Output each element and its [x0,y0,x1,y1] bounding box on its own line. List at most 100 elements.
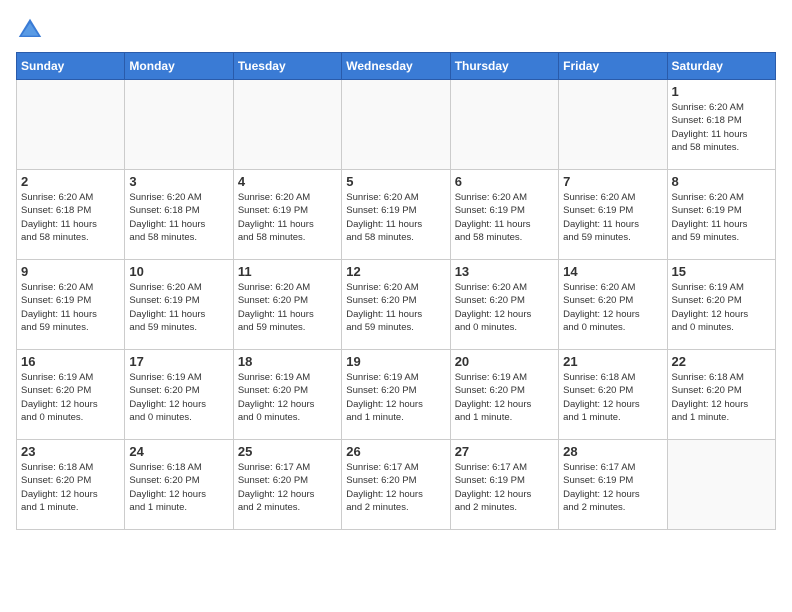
calendar-cell: 11 Sunrise: 6:20 AM Sunset: 6:20 PM Dayli… [233,260,341,350]
day-number: 18 [238,354,337,369]
day-number: 9 [21,264,120,279]
day-number: 22 [672,354,771,369]
day-info: Sunrise: 6:20 AM Sunset: 6:20 PM Dayligh… [238,281,337,334]
calendar-table: SundayMondayTuesdayWednesdayThursdayFrid… [16,52,776,530]
calendar-cell: 25 Sunrise: 6:17 AM Sunset: 6:20 PM Dayli… [233,440,341,530]
day-number: 12 [346,264,445,279]
day-info: Sunrise: 6:20 AM Sunset: 6:19 PM Dayligh… [455,191,554,244]
weekday-header-thursday: Thursday [450,53,558,80]
calendar-cell: 19 Sunrise: 6:19 AM Sunset: 6:20 PM Dayli… [342,350,450,440]
calendar-cell: 18Sunrise: 6:19 AM Sunset: 6:20 PM Dayli… [233,350,341,440]
calendar-cell: 8 Sunrise: 6:20 AM Sunset: 6:19 PM Daylig… [667,170,775,260]
calendar-week-3: 9 Sunrise: 6:20 AM Sunset: 6:19 PM Daylig… [17,260,776,350]
calendar-cell: 9 Sunrise: 6:20 AM Sunset: 6:19 PM Daylig… [17,260,125,350]
day-info: Sunrise: 6:18 AM Sunset: 6:20 PM Dayligh… [129,461,228,514]
weekday-header-saturday: Saturday [667,53,775,80]
calendar-week-5: 23 Sunrise: 6:18 AM Sunset: 6:20 PM Dayli… [17,440,776,530]
logo-icon [16,16,44,44]
day-number: 20 [455,354,554,369]
day-info: Sunrise: 6:20 AM Sunset: 6:19 PM Dayligh… [21,281,120,334]
calendar-cell: 15 Sunrise: 6:19 AM Sunset: 6:20 PM Dayli… [667,260,775,350]
calendar-cell [559,80,667,170]
day-info: Sunrise: 6:17 AM Sunset: 6:19 PM Dayligh… [455,461,554,514]
day-number: 10 [129,264,228,279]
weekday-header-wednesday: Wednesday [342,53,450,80]
day-info: Sunrise: 6:20 AM Sunset: 6:19 PM Dayligh… [563,191,662,244]
day-info: Sunrise: 6:17 AM Sunset: 6:19 PM Dayligh… [563,461,662,514]
calendar-cell [125,80,233,170]
calendar-week-4: 16Sunrise: 6:19 AM Sunset: 6:20 PM Dayli… [17,350,776,440]
calendar-cell: 10 Sunrise: 6:20 AM Sunset: 6:19 PM Dayli… [125,260,233,350]
calendar-cell: 4 Sunrise: 6:20 AM Sunset: 6:19 PM Daylig… [233,170,341,260]
calendar-cell: 24 Sunrise: 6:18 AM Sunset: 6:20 PM Dayli… [125,440,233,530]
day-number: 14 [563,264,662,279]
day-number: 19 [346,354,445,369]
calendar-cell: 20 Sunrise: 6:19 AM Sunset: 6:20 PM Dayli… [450,350,558,440]
day-number: 21 [563,354,662,369]
day-info: Sunrise: 6:20 AM Sunset: 6:20 PM Dayligh… [563,281,662,334]
calendar-cell: 13 Sunrise: 6:20 AM Sunset: 6:20 PM Dayli… [450,260,558,350]
day-info: Sunrise: 6:19 AM Sunset: 6:20 PM Dayligh… [346,371,445,424]
calendar-cell: 21 Sunrise: 6:18 AM Sunset: 6:20 PM Dayli… [559,350,667,440]
day-info: Sunrise: 6:18 AM Sunset: 6:20 PM Dayligh… [21,461,120,514]
calendar-cell [233,80,341,170]
day-info: Sunrise: 6:20 AM Sunset: 6:19 PM Dayligh… [129,281,228,334]
calendar-cell: 16Sunrise: 6:19 AM Sunset: 6:20 PM Dayli… [17,350,125,440]
day-number: 23 [21,444,120,459]
calendar-cell [342,80,450,170]
weekday-header-sunday: Sunday [17,53,125,80]
day-number: 26 [346,444,445,459]
day-number: 24 [129,444,228,459]
calendar-cell [17,80,125,170]
day-info: Sunrise: 6:17 AM Sunset: 6:20 PM Dayligh… [238,461,337,514]
day-info: Sunrise: 6:18 AM Sunset: 6:20 PM Dayligh… [672,371,771,424]
calendar-cell: 23 Sunrise: 6:18 AM Sunset: 6:20 PM Dayli… [17,440,125,530]
day-number: 6 [455,174,554,189]
calendar-cell: 7 Sunrise: 6:20 AM Sunset: 6:19 PM Daylig… [559,170,667,260]
day-number: 4 [238,174,337,189]
day-info: Sunrise: 6:20 AM Sunset: 6:19 PM Dayligh… [238,191,337,244]
calendar-week-1: 1Sunrise: 6:20 AM Sunset: 6:18 PM Daylig… [17,80,776,170]
day-info: Sunrise: 6:20 AM Sunset: 6:18 PM Dayligh… [21,191,120,244]
calendar-week-2: 2Sunrise: 6:20 AM Sunset: 6:18 PM Daylig… [17,170,776,260]
weekday-header-monday: Monday [125,53,233,80]
day-info: Sunrise: 6:20 AM Sunset: 6:18 PM Dayligh… [672,101,771,154]
day-number: 11 [238,264,337,279]
day-number: 15 [672,264,771,279]
day-number: 13 [455,264,554,279]
day-info: Sunrise: 6:19 AM Sunset: 6:20 PM Dayligh… [129,371,228,424]
day-info: Sunrise: 6:20 AM Sunset: 6:19 PM Dayligh… [346,191,445,244]
day-info: Sunrise: 6:20 AM Sunset: 6:20 PM Dayligh… [455,281,554,334]
day-number: 3 [129,174,228,189]
day-info: Sunrise: 6:20 AM Sunset: 6:18 PM Dayligh… [129,191,228,244]
calendar-cell: 22 Sunrise: 6:18 AM Sunset: 6:20 PM Dayli… [667,350,775,440]
calendar-cell [667,440,775,530]
day-info: Sunrise: 6:18 AM Sunset: 6:20 PM Dayligh… [563,371,662,424]
day-number: 25 [238,444,337,459]
calendar-cell: 6 Sunrise: 6:20 AM Sunset: 6:19 PM Daylig… [450,170,558,260]
day-number: 27 [455,444,554,459]
day-info: Sunrise: 6:20 AM Sunset: 6:20 PM Dayligh… [346,281,445,334]
calendar-header-row: SundayMondayTuesdayWednesdayThursdayFrid… [17,53,776,80]
day-number: 28 [563,444,662,459]
day-number: 17 [129,354,228,369]
day-info: Sunrise: 6:20 AM Sunset: 6:19 PM Dayligh… [672,191,771,244]
day-info: Sunrise: 6:19 AM Sunset: 6:20 PM Dayligh… [672,281,771,334]
calendar-cell: 1Sunrise: 6:20 AM Sunset: 6:18 PM Daylig… [667,80,775,170]
calendar-cell: 2Sunrise: 6:20 AM Sunset: 6:18 PM Daylig… [17,170,125,260]
day-number: 7 [563,174,662,189]
calendar-cell: 27 Sunrise: 6:17 AM Sunset: 6:19 PM Dayli… [450,440,558,530]
logo [16,16,48,44]
day-info: Sunrise: 6:19 AM Sunset: 6:20 PM Dayligh… [455,371,554,424]
day-number: 8 [672,174,771,189]
calendar-cell: 12 Sunrise: 6:20 AM Sunset: 6:20 PM Dayli… [342,260,450,350]
day-number: 5 [346,174,445,189]
weekday-header-tuesday: Tuesday [233,53,341,80]
calendar-cell: 14 Sunrise: 6:20 AM Sunset: 6:20 PM Dayli… [559,260,667,350]
calendar-cell: 5 Sunrise: 6:20 AM Sunset: 6:19 PM Daylig… [342,170,450,260]
calendar-cell: 26 Sunrise: 6:17 AM Sunset: 6:20 PM Dayli… [342,440,450,530]
day-info: Sunrise: 6:17 AM Sunset: 6:20 PM Dayligh… [346,461,445,514]
calendar-cell: 3 Sunrise: 6:20 AM Sunset: 6:18 PM Daylig… [125,170,233,260]
calendar-cell: 17 Sunrise: 6:19 AM Sunset: 6:20 PM Dayli… [125,350,233,440]
calendar-cell: 28 Sunrise: 6:17 AM Sunset: 6:19 PM Dayli… [559,440,667,530]
